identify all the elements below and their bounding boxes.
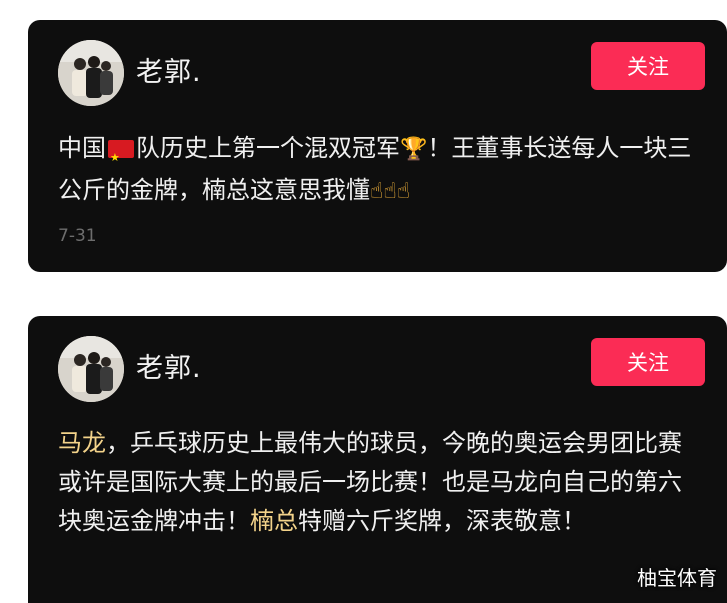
text-segment: 特赠六斤奖牌，深表敬意！ bbox=[298, 507, 586, 535]
timestamp: 7-31 bbox=[58, 226, 97, 246]
avatar[interactable] bbox=[58, 40, 124, 106]
follow-button[interactable]: 关注 bbox=[591, 42, 705, 90]
follow-button[interactable]: 关注 bbox=[591, 338, 705, 386]
comment-card-1: 老郭. 关注 中国队历史上第一个混双冠军🏆！王董事长送每人一块三公斤的金牌，楠总… bbox=[28, 20, 727, 272]
username[interactable]: 老郭. bbox=[136, 346, 202, 385]
china-flag-icon bbox=[108, 138, 134, 178]
avatar[interactable] bbox=[58, 336, 124, 402]
text-segment: 队历史上第一个混双冠军 bbox=[136, 134, 400, 162]
comment-text: 中国队历史上第一个混双冠军🏆！王董事长送每人一块三公斤的金牌，楠总这意思我懂☝☝… bbox=[58, 128, 703, 212]
trophy-icon: 🏆 bbox=[400, 137, 428, 162]
watermark: 柚宝体育 bbox=[637, 566, 717, 590]
pointing-up-hand-icon: ☝☝☝ bbox=[370, 179, 411, 204]
comment-card-2: 老郭. 关注 马龙，乒乓球历史上最伟大的球员，今晚的奥运会男团比赛或许是国际大赛… bbox=[28, 316, 727, 603]
text-segment: 中国 bbox=[58, 134, 106, 162]
highlighted-name[interactable]: 马龙 bbox=[58, 429, 106, 457]
comment-text: 马龙，乒乓球历史上最伟大的球员，今晚的奥运会男团比赛或许是国际大赛上的最后一场比… bbox=[58, 424, 703, 541]
highlighted-name[interactable]: 楠总 bbox=[250, 507, 298, 535]
username[interactable]: 老郭. bbox=[136, 50, 202, 89]
